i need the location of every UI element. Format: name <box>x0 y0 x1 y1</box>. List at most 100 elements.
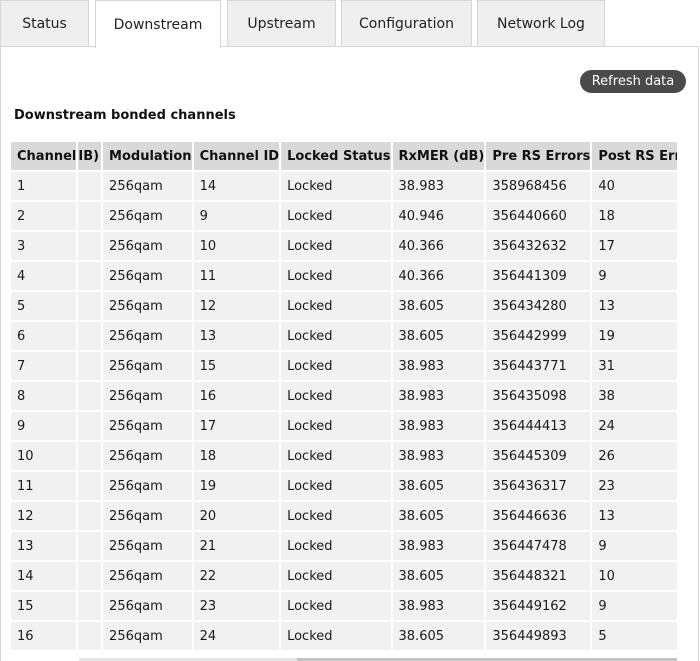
tab-label: Downstream <box>113 16 203 33</box>
table-row: 5 256qam 12 Locked 38.605 356434280 13 <box>11 292 677 322</box>
table-cell-rxmer: 38.605 <box>392 322 487 352</box>
table-row: 2 256qam 9 Locked 40.946 356440660 18 <box>11 202 677 232</box>
table-cell-modulation: 256qam <box>103 202 194 232</box>
table-cell-rxmer: 38.983 <box>392 412 487 442</box>
table-cell-locked-status: Locked <box>281 592 393 622</box>
table-cell-post-rs-errors: 9 <box>592 262 677 292</box>
table-cell-post-rs-errors: 17 <box>592 232 677 262</box>
table-cell-post-rs-errors: 24 <box>592 412 677 442</box>
tab-configuration[interactable]: Configuration <box>341 0 472 46</box>
refresh-data-label: Refresh data <box>591 74 675 89</box>
table-cell-modulation: 256qam <box>103 382 194 412</box>
table-cell-power-partial <box>78 592 104 622</box>
table-cell-power-partial <box>78 262 104 292</box>
table-cell-modulation: 256qam <box>103 622 194 652</box>
table-cell-power-partial <box>78 322 104 352</box>
table-cell-channel-id: 18 <box>193 442 282 472</box>
table-cell-post-rs-errors: 9 <box>592 592 677 622</box>
table-cell-power-partial <box>78 202 104 232</box>
tab-network-log[interactable]: Network Log <box>477 0 605 46</box>
table-cell-rxmer: 40.946 <box>392 202 487 232</box>
table-cell-pre-rs-errors: 356443771 <box>486 352 593 382</box>
table-cell-power-partial <box>78 532 104 562</box>
table-row: 1 256qam 14 Locked 38.983 358968456 40 <box>11 172 677 202</box>
table-row: 8 256qam 16 Locked 38.983 356435098 38 <box>11 382 677 412</box>
table-cell-modulation: 256qam <box>103 472 194 502</box>
table-cell-locked-status: Locked <box>281 562 393 592</box>
table-cell-locked-status: Locked <box>281 202 393 232</box>
table-cell-power-partial <box>78 232 104 262</box>
table-cell-channel-id: 22 <box>193 562 282 592</box>
table-cell-power-partial <box>78 502 104 532</box>
table-cell-channel-id: 11 <box>193 262 282 292</box>
tab-bar: Status Downstream Upstream Configuration… <box>0 0 700 48</box>
table-cell-channel-id: 12 <box>193 292 282 322</box>
table-cell-modulation: 256qam <box>103 412 194 442</box>
table-cell-locked-status: Locked <box>281 622 393 652</box>
table-cell-rxmer: 38.605 <box>392 502 487 532</box>
table-cell-power-partial <box>78 352 104 382</box>
table-cell-post-rs-errors: 40 <box>592 172 677 202</box>
table-cell-pre-rs-errors: 356448321 <box>486 562 593 592</box>
table-cell-channel: 16 <box>11 622 79 652</box>
table-cell-pre-rs-errors: 356436317 <box>486 472 593 502</box>
tab-label: Status <box>22 15 67 32</box>
table-row: 9 256qam 17 Locked 38.983 356444413 24 <box>11 412 677 442</box>
table-cell-power-partial <box>78 442 104 472</box>
table-cell-post-rs-errors: 13 <box>592 502 677 532</box>
table-cell-locked-status: Locked <box>281 172 393 202</box>
tab-downstream[interactable]: Downstream <box>95 0 221 48</box>
table-cell-locked-status: Locked <box>281 442 393 472</box>
table-cell-power-partial <box>78 562 104 592</box>
tab-label: Upstream <box>247 15 316 32</box>
table-row: 16 256qam 24 Locked 38.605 356449893 5 <box>11 622 677 652</box>
table-cell-modulation: 256qam <box>103 232 194 262</box>
table-cell-channel: 3 <box>11 232 79 262</box>
table-cell-power-partial <box>78 172 104 202</box>
table-cell-channel: 4 <box>11 262 79 292</box>
table-cell-channel-id: 17 <box>193 412 282 442</box>
table-cell-pre-rs-errors: 356441309 <box>486 262 593 292</box>
table-cell-locked-status: Locked <box>281 262 393 292</box>
column-header-post-rs-errors: Post RS Errors <box>592 142 677 172</box>
table-row: 12 256qam 20 Locked 38.605 356446636 13 <box>11 502 677 532</box>
table-header-row: Channel IB) Modulation Channel ID Locked Sta… <box>11 142 677 172</box>
table-cell-post-rs-errors: 10 <box>592 562 677 592</box>
table-cell-rxmer: 38.983 <box>392 352 487 382</box>
table-cell-pre-rs-errors: 356434280 <box>486 292 593 322</box>
table-cell-locked-status: Locked <box>281 352 393 382</box>
column-header-locked-status: Locked Status <box>281 142 393 172</box>
table-cell-channel: 13 <box>11 532 79 562</box>
table-cell-post-rs-errors: 18 <box>592 202 677 232</box>
table-cell-post-rs-errors: 19 <box>592 322 677 352</box>
table-cell-locked-status: Locked <box>281 232 393 262</box>
refresh-data-button[interactable]: Refresh data <box>580 70 686 93</box>
table-cell-rxmer: 38.605 <box>392 562 487 592</box>
table-cell-pre-rs-errors: 356432632 <box>486 232 593 262</box>
table-cell-modulation: 256qam <box>103 442 194 472</box>
table-cell-channel: 2 <box>11 202 79 232</box>
table-cell-pre-rs-errors: 356444413 <box>486 412 593 442</box>
channels-table-container[interactable]: Channel IB) Modulation Channel ID Locked Sta… <box>11 142 677 652</box>
table-cell-channel: 6 <box>11 322 79 352</box>
table-cell-modulation: 256qam <box>103 562 194 592</box>
table-cell-modulation: 256qam <box>103 292 194 322</box>
column-header-rxmer: RxMER (dB) <box>392 142 487 172</box>
table-cell-pre-rs-errors: 356449893 <box>486 622 593 652</box>
downstream-channels-table: Channel IB) Modulation Channel ID Locked Sta… <box>11 142 677 652</box>
tab-status[interactable]: Status <box>0 0 89 46</box>
table-cell-channel: 11 <box>11 472 79 502</box>
table-cell-modulation: 256qam <box>103 352 194 382</box>
column-header-pre-rs-errors: Pre RS Errors <box>486 142 593 172</box>
table-cell-post-rs-errors: 9 <box>592 532 677 562</box>
table-cell-rxmer: 38.605 <box>392 292 487 322</box>
table-cell-rxmer: 38.605 <box>392 472 487 502</box>
table-cell-modulation: 256qam <box>103 262 194 292</box>
table-cell-channel: 14 <box>11 562 79 592</box>
table-cell-locked-status: Locked <box>281 382 393 412</box>
table-cell-pre-rs-errors: 356446636 <box>486 502 593 532</box>
tab-upstream[interactable]: Upstream <box>227 0 336 46</box>
table-cell-channel-id: 13 <box>193 322 282 352</box>
table-cell-power-partial <box>78 622 104 652</box>
table-cell-pre-rs-errors: 356445309 <box>486 442 593 472</box>
